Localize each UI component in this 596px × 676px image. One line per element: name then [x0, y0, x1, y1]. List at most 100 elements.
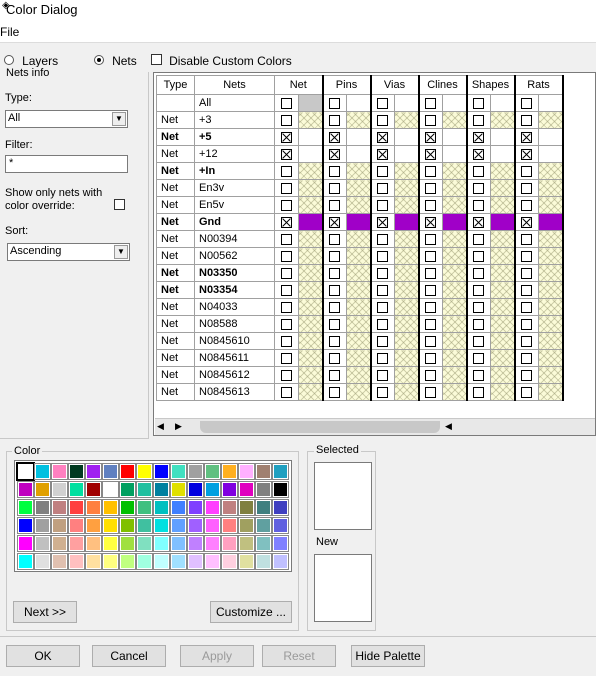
color-swatch-cell[interactable] [442, 128, 468, 146]
color-swatch-cell[interactable] [538, 349, 564, 367]
palette-swatch[interactable] [85, 553, 102, 570]
checkbox[interactable] [473, 386, 485, 398]
color-swatch-cell[interactable] [298, 264, 324, 282]
palette-swatch[interactable] [17, 553, 34, 570]
color-swatch-cell[interactable] [490, 179, 516, 197]
visibility-cell[interactable] [466, 111, 491, 129]
color-swatch-cell[interactable] [442, 179, 468, 197]
color-swatch-cell[interactable] [442, 230, 468, 248]
color-swatch-cell[interactable] [490, 315, 516, 333]
color-swatch-cell[interactable] [442, 247, 468, 265]
table-row[interactable]: Net N08588 [156, 315, 564, 333]
checkbox[interactable] [425, 233, 437, 245]
checked-box-icon[interactable] [521, 131, 533, 143]
override-checkbox[interactable] [114, 199, 125, 210]
visibility-cell[interactable] [322, 383, 347, 401]
visibility-cell[interactable] [514, 298, 539, 316]
palette-swatch[interactable] [119, 463, 136, 480]
visibility-cell[interactable] [370, 230, 395, 248]
color-swatch-cell[interactable] [298, 179, 324, 197]
checkbox[interactable] [473, 335, 485, 347]
visibility-cell[interactable] [418, 179, 443, 197]
visibility-cell[interactable] [514, 128, 539, 146]
palette-swatch[interactable] [170, 481, 187, 498]
color-swatch-cell[interactable] [394, 94, 420, 112]
checkbox[interactable] [473, 369, 485, 381]
checkbox[interactable] [521, 301, 533, 313]
palette-swatch[interactable] [255, 535, 272, 552]
color-swatch-cell[interactable] [394, 145, 420, 163]
visibility-cell[interactable] [370, 179, 395, 197]
visibility-cell[interactable] [418, 145, 443, 163]
checkbox[interactable] [473, 97, 485, 109]
color-swatch-cell[interactable] [346, 298, 372, 316]
visibility-cell[interactable] [418, 230, 443, 248]
visibility-cell[interactable] [514, 332, 539, 350]
checkbox[interactable] [377, 233, 389, 245]
color-swatch-cell[interactable] [298, 162, 324, 180]
checkbox[interactable] [329, 114, 341, 126]
palette-swatch[interactable] [153, 481, 170, 498]
palette-swatch[interactable] [153, 463, 170, 480]
color-swatch-cell[interactable] [394, 349, 420, 367]
table-row[interactable]: Net N00394 [156, 230, 564, 248]
color-swatch-cell[interactable] [394, 230, 420, 248]
color-swatch-cell[interactable] [346, 213, 372, 231]
visibility-cell[interactable] [466, 230, 491, 248]
visibility-cell[interactable] [514, 247, 539, 265]
checkbox[interactable] [521, 199, 533, 211]
checkbox[interactable] [473, 182, 485, 194]
visibility-cell[interactable] [418, 383, 443, 401]
layers-radio-circle[interactable] [4, 55, 14, 65]
visibility-cell[interactable] [322, 298, 347, 316]
palette-swatch[interactable] [187, 499, 204, 516]
color-swatch-cell[interactable] [346, 162, 372, 180]
visibility-cell[interactable] [418, 247, 443, 265]
table-row[interactable]: Net N0845610 [156, 332, 564, 350]
visibility-cell[interactable] [418, 94, 443, 112]
checkbox[interactable] [377, 352, 389, 364]
color-swatch-cell[interactable] [538, 247, 564, 265]
color-swatch-cell[interactable] [394, 332, 420, 350]
checkbox[interactable] [377, 267, 389, 279]
scroll-left-icon-2[interactable]: ◀ [445, 421, 452, 432]
checkbox[interactable] [329, 267, 341, 279]
palette-swatch[interactable] [187, 535, 204, 552]
visibility-cell[interactable] [322, 162, 347, 180]
palette-swatch[interactable] [51, 535, 68, 552]
visibility-cell[interactable] [514, 162, 539, 180]
table-row[interactable]: Net +5 [156, 128, 564, 146]
palette-swatch[interactable] [85, 499, 102, 516]
visibility-cell[interactable] [322, 230, 347, 248]
color-swatch-cell[interactable] [298, 383, 324, 401]
palette-swatch[interactable] [34, 553, 51, 570]
checkbox[interactable] [329, 97, 341, 109]
color-swatch-cell[interactable] [490, 145, 516, 163]
column-header-rats[interactable]: Rats [514, 75, 564, 95]
checkbox[interactable] [329, 301, 341, 313]
color-swatch-cell[interactable] [490, 332, 516, 350]
visibility-cell[interactable] [466, 247, 491, 265]
palette-swatch[interactable] [136, 517, 153, 534]
visibility-cell[interactable] [274, 230, 299, 248]
color-swatch-cell[interactable] [298, 111, 324, 129]
color-swatch-cell[interactable] [298, 145, 324, 163]
color-swatch-cell[interactable] [394, 366, 420, 384]
palette-swatch[interactable] [85, 535, 102, 552]
color-swatch-cell[interactable] [538, 298, 564, 316]
checkbox[interactable] [281, 335, 292, 347]
checkbox[interactable] [329, 284, 341, 296]
visibility-cell[interactable] [370, 349, 395, 367]
palette-swatch[interactable] [204, 517, 221, 534]
visibility-cell[interactable] [466, 349, 491, 367]
palette-swatch[interactable] [238, 517, 255, 534]
color-swatch-cell[interactable] [298, 230, 324, 248]
palette-swatch[interactable] [170, 535, 187, 552]
color-swatch-cell[interactable] [490, 111, 516, 129]
palette-swatch[interactable] [272, 499, 289, 516]
checkbox[interactable] [281, 182, 292, 194]
visibility-cell[interactable] [322, 281, 347, 299]
palette-swatch[interactable] [255, 553, 272, 570]
palette-swatch[interactable] [238, 481, 255, 498]
checkbox[interactable] [521, 386, 533, 398]
